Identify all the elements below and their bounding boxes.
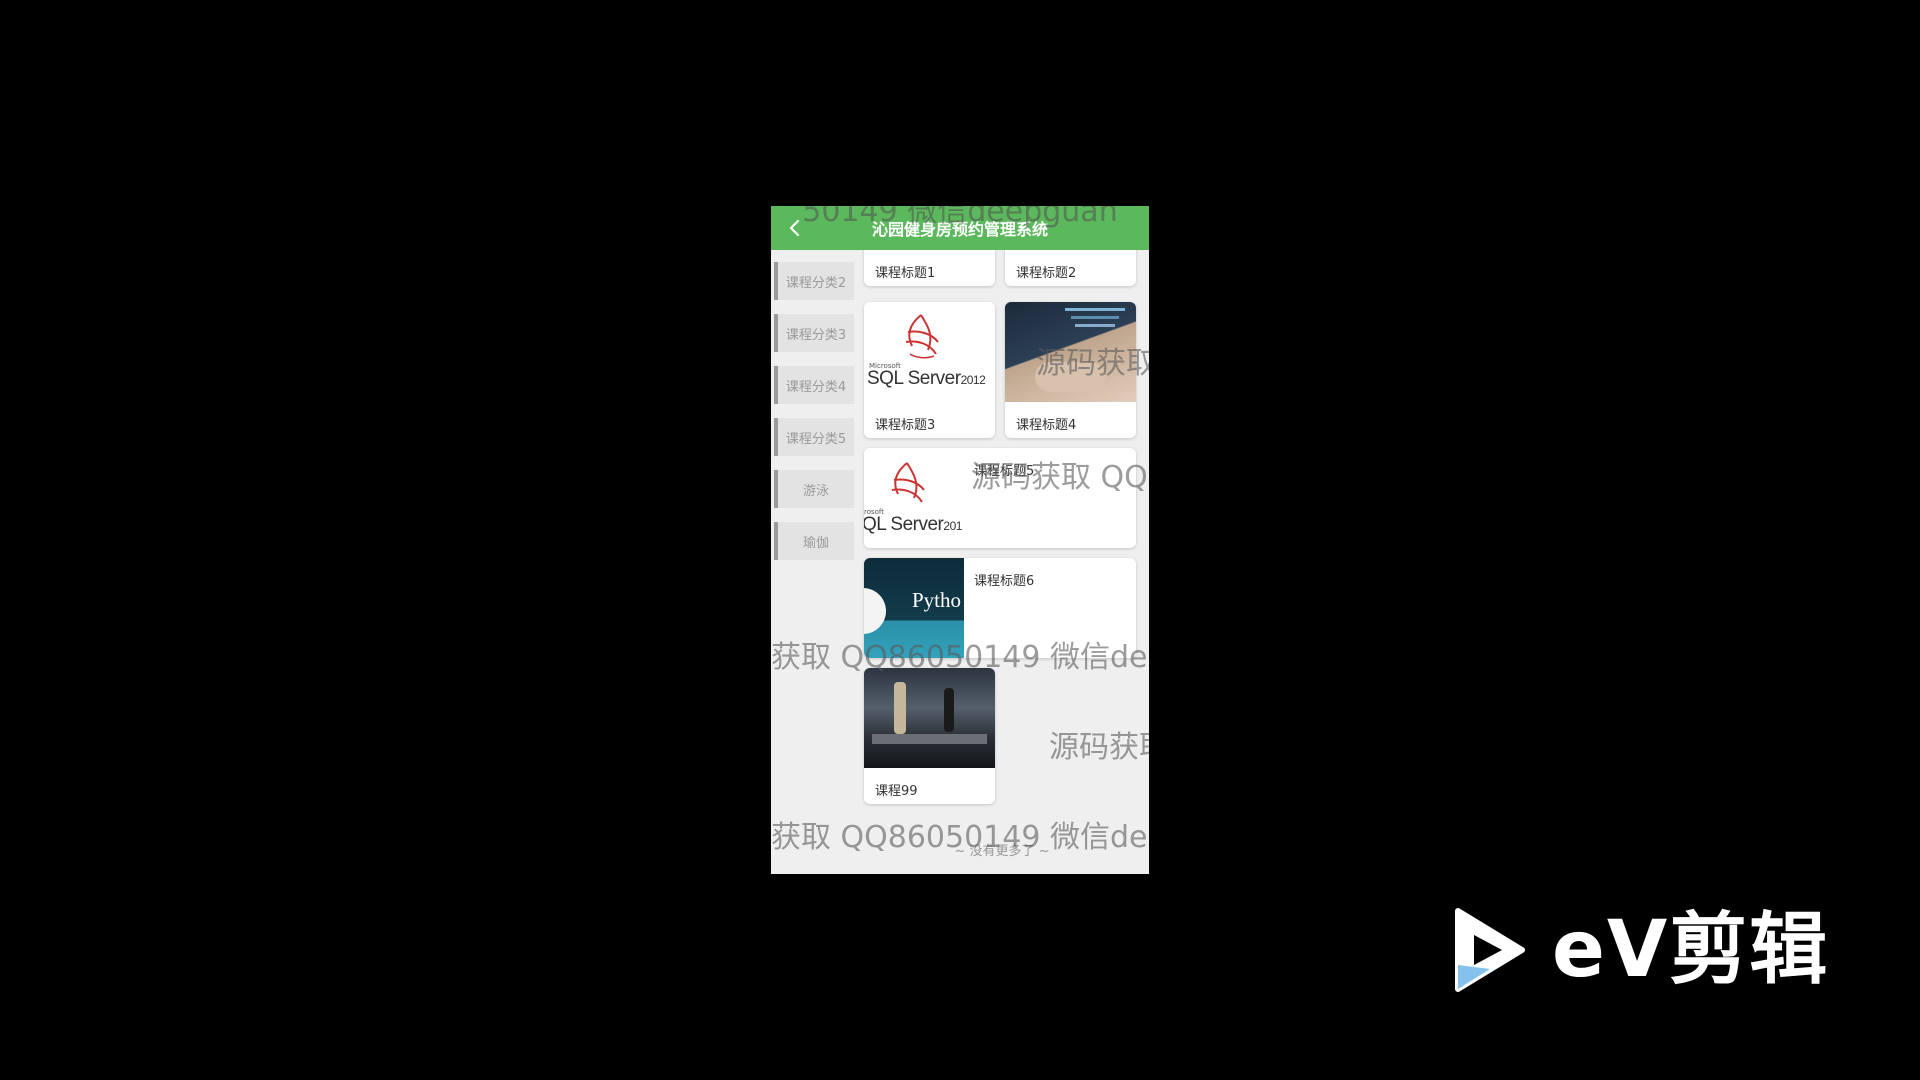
sql-logo-main: QL Server [864,514,944,535]
course-title: 课程标题1 [875,266,936,281]
sql-logo-main: SQL Server [867,368,961,389]
sidebar-item-category-5[interactable]: 课程分类5 [774,418,854,456]
course-thumbnail: Pytho [864,558,964,658]
course-title: 课程99 [875,784,918,799]
sidebar-item-category-3[interactable]: 课程分类3 [774,314,854,352]
course-card[interactable]: Microsoft SQL Server2012 课程标题3 [864,302,995,438]
course-card[interactable]: 课程标题1 [864,250,995,286]
course-title: 课程标题6 [974,574,1035,589]
no-more-text: ~ 没有更多了 ~ [954,844,1050,859]
course-card[interactable]: 课程标题2 [1005,250,1136,286]
ev-editor-logo: eV剪辑 [1450,905,1830,995]
sidebar-item-category-2[interactable]: 课程分类2 [774,262,854,300]
course-card[interactable]: 课程99 [864,668,995,804]
sql-server-logo-icon [891,462,925,503]
sql-logo-year: 2012 [960,373,986,387]
course-card[interactable]: Pytho 课程标题6 [864,558,1136,658]
sql-logo-text: SQL Server2012 [867,368,986,390]
course-title: 课程标题5 [974,464,1035,479]
sql-logo-text: QL Server201 [864,514,962,536]
course-thumbnail: rosoft QL Server201 [864,448,964,548]
phone-screen: 沁园健身房预约管理系统 50149 微信deepguan 课程分类2 课程分类3… [771,206,1149,874]
course-card[interactable]: 课程标题4 [1005,302,1136,438]
sql-logo-year: 201 [943,519,962,533]
sidebar-item-yoga[interactable]: 瑜伽 [774,522,854,560]
category-sidebar: 课程分类2 课程分类3 课程分类4 课程分类5 游泳 瑜伽 [771,250,855,874]
play-logo-icon [1455,908,1525,992]
course-thumbnail [864,668,995,768]
course-title: 课程标题4 [1016,418,1077,433]
python-logo-text: Pytho [912,588,962,612]
sql-server-logo-icon [905,314,939,359]
course-list: 课程标题1 课程标题2 Microsoft SQL Server2012 课程标… [855,250,1149,874]
course-title: 课程标题2 [1016,266,1077,281]
sidebar-item-category-4[interactable]: 课程分类4 [774,366,854,404]
watermark-top: 50149 微信deepguan [802,206,1118,229]
course-thumbnail [1005,302,1136,402]
course-title: 课程标题3 [875,418,936,433]
course-card[interactable]: rosoft QL Server201 课程标题5 [864,448,1136,548]
course-thumbnail: Microsoft SQL Server2012 [864,302,995,402]
sidebar-item-swimming[interactable]: 游泳 [774,470,854,508]
ev-logo-text: eV剪辑 [1552,905,1830,995]
